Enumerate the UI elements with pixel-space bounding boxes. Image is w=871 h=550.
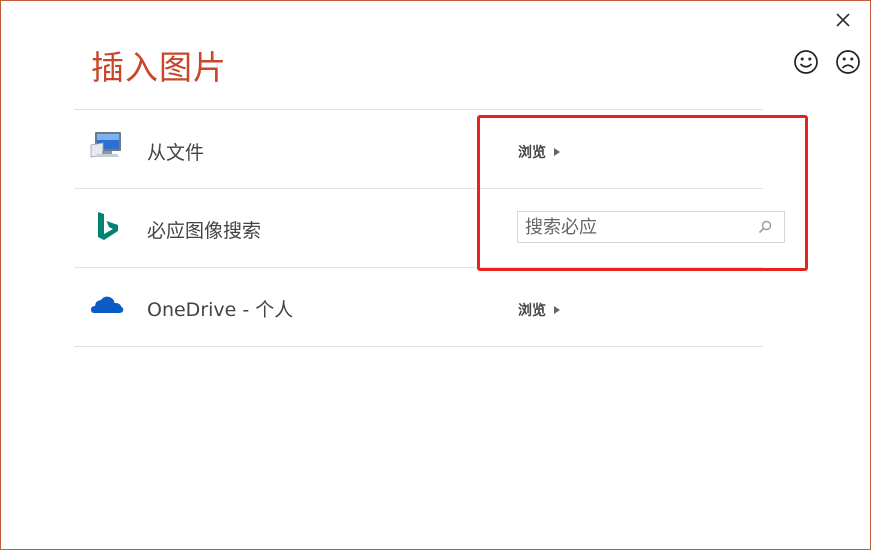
onedrive-icon bbox=[91, 296, 124, 313]
frown-icon[interactable] bbox=[835, 49, 861, 75]
from-file-label: 从文件 bbox=[147, 142, 205, 164]
onedrive-browse-button[interactable]: 浏览 bbox=[518, 300, 560, 320]
from-file-browse-button[interactable]: 浏览 bbox=[518, 142, 560, 162]
onedrive-label: OneDrive - 个人 bbox=[147, 299, 294, 321]
smile-icon[interactable] bbox=[793, 49, 819, 75]
divider bbox=[74, 267, 763, 268]
insert-pictures-dialog: 插入图片 从文件 浏览 必应图像搜索 OneDrive - 个人 浏览 bbox=[0, 0, 871, 550]
dialog-title: 插入图片 bbox=[91, 48, 227, 87]
arrow-right-icon bbox=[554, 306, 560, 314]
divider bbox=[74, 109, 763, 110]
divider bbox=[74, 346, 763, 347]
computer-icon bbox=[90, 132, 121, 158]
browse-label: 浏览 bbox=[518, 303, 546, 319]
red-highlight-box bbox=[477, 115, 808, 271]
bing-icon bbox=[98, 212, 118, 240]
search-icon[interactable] bbox=[758, 220, 772, 234]
arrow-right-icon bbox=[554, 148, 560, 156]
close-icon[interactable] bbox=[833, 10, 853, 30]
bing-search-input[interactable] bbox=[518, 212, 755, 242]
bing-search-label: 必应图像搜索 bbox=[147, 220, 262, 242]
bing-search-box bbox=[517, 211, 785, 243]
divider bbox=[74, 188, 763, 189]
browse-label: 浏览 bbox=[518, 145, 546, 161]
